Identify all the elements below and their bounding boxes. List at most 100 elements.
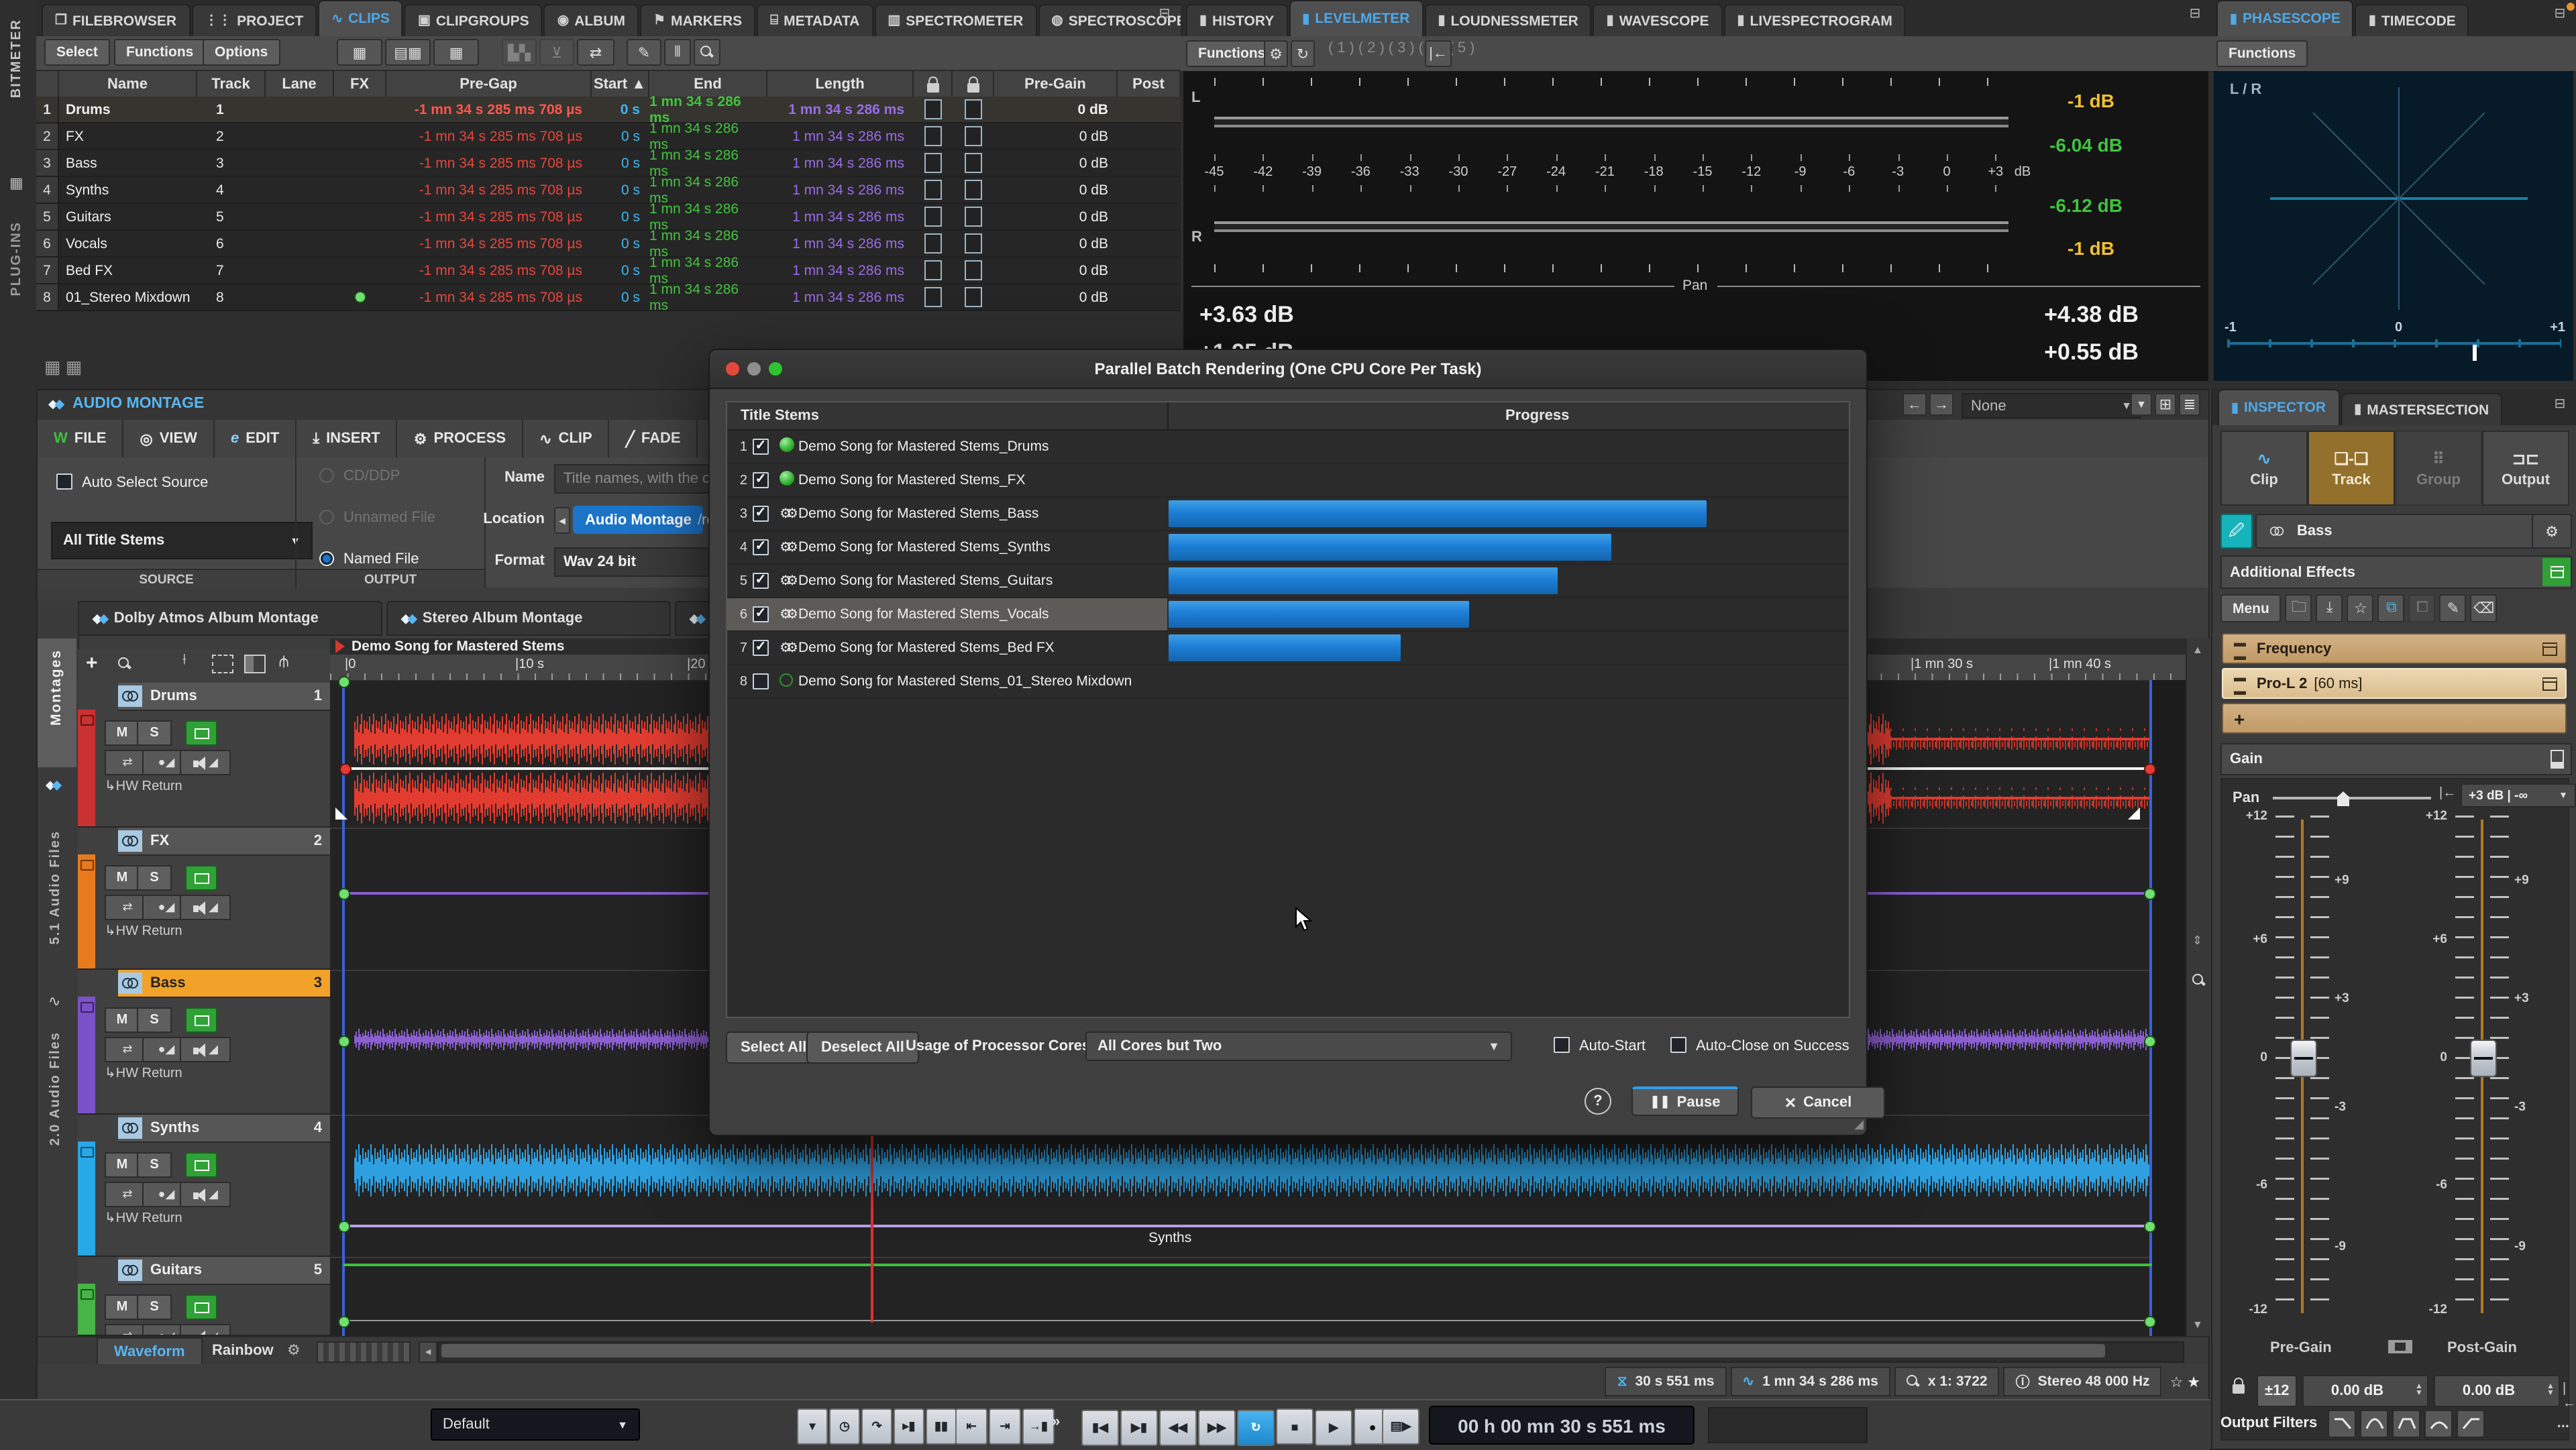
tab-livespectrogram[interactable]: ▮LIVESPECTROGRAM <box>1724 4 1906 36</box>
automation-point[interactable] <box>2144 1316 2156 1328</box>
mute-button[interactable]: M <box>105 720 140 746</box>
menu-insert[interactable]: ⤓INSERT <box>297 420 397 457</box>
pan-reset-icon[interactable]: |← <box>2439 786 2456 801</box>
render-row[interactable]: 8Demo Song for Mastered Stems_01_Stereo … <box>727 665 1849 699</box>
select-menu[interactable]: Select <box>44 39 110 66</box>
tab-metadata[interactable]: ⌸METADATA <box>757 4 873 36</box>
menu-edit[interactable]: eEDIT <box>215 420 297 457</box>
ripple-checkbox[interactable] <box>965 126 982 146</box>
reset-peaks-icon[interactable]: |← <box>1425 40 1452 67</box>
tab-timecode[interactable]: ▮TIMECODE <box>2355 4 2469 36</box>
col-title-stems[interactable]: Title Stems <box>741 408 819 424</box>
menu-process[interactable]: ⚙PROCESS <box>398 420 523 457</box>
nav-dropdown[interactable]: None▼ <box>1962 393 2141 419</box>
solo-button[interactable]: S <box>137 1294 172 1320</box>
ripple-checkbox[interactable] <box>965 153 982 173</box>
ripple-checkbox[interactable] <box>965 180 982 200</box>
columns-icon[interactable]: ⦀ <box>664 39 691 66</box>
additional-effects-header[interactable]: Additional Effects <box>2220 555 2572 589</box>
panel-menu-icon[interactable]: ⊟ <box>2549 397 2571 413</box>
lock-checkbox[interactable] <box>924 126 942 146</box>
marquee-tool-icon[interactable] <box>212 655 233 673</box>
panel-menu-icon[interactable]: ⊟ <box>2549 7 2571 23</box>
named-file-radio[interactable] <box>319 551 334 566</box>
auto-start-checkbox[interactable] <box>1554 1037 1570 1053</box>
fader-handle[interactable] <box>2290 1040 2317 1077</box>
lock-checkbox[interactable] <box>924 180 942 200</box>
render-checkbox[interactable] <box>753 573 769 589</box>
phasescope-functions-menu[interactable]: Functions <box>2216 40 2308 67</box>
play-button[interactable]: ▶ <box>1315 1409 1352 1445</box>
automation-point[interactable] <box>338 1316 350 1328</box>
gear-icon[interactable]: ⚙ <box>287 1341 301 1359</box>
guitars-automation-line[interactable] <box>343 1320 2152 1321</box>
stop-button[interactable]: ■ <box>1276 1408 1313 1445</box>
tab-markers[interactable]: ⚑MARKERS <box>640 4 755 36</box>
loop-button[interactable]: ↻ <box>1237 1409 1275 1445</box>
folder-icon[interactable]: 🗀 <box>2286 594 2312 622</box>
render-row[interactable]: 7⚙⚙Demo Song for Mastered Stems_Bed FX <box>727 632 1849 665</box>
routing-button[interactable] <box>185 720 217 746</box>
deselect-all-button[interactable]: Deselect All <box>806 1031 919 1064</box>
filter-highpass-icon[interactable] <box>2457 1409 2485 1437</box>
tab-mastersection[interactable]: ▮MASTERSECTION <box>2341 393 2502 425</box>
search-icon[interactable] <box>694 39 720 66</box>
lock-checkbox[interactable] <box>924 99 942 119</box>
collapse-icon[interactable]: ▼ <box>2131 393 2152 416</box>
render-row[interactable]: 3⚙⚙Demo Song for Mastered Stems_Bass <box>727 498 1849 531</box>
quantize-icon[interactable]: ▙▚ <box>502 39 537 66</box>
add-effect-button[interactable]: + <box>2222 703 2567 734</box>
gear-icon[interactable]: ⚙ <box>1264 40 1288 67</box>
layout-grid-2-icon[interactable]: ▤▦ <box>385 39 431 66</box>
ripple-checkbox[interactable] <box>965 99 982 119</box>
solo-button[interactable]: S <box>137 865 172 891</box>
scroll-up-icon[interactable]: ▲ <box>2192 644 2203 656</box>
track-fx[interactable]: FX2MS⇄●◢◢↳HW Return <box>78 828 330 970</box>
copy-icon[interactable]: ⧉ <box>2378 594 2405 622</box>
resize-grip[interactable]: ◢ <box>1854 1117 1864 1132</box>
fast-forward-button[interactable]: ▶▶ <box>1198 1409 1236 1445</box>
pan-slider[interactable] <box>2273 797 2431 799</box>
monitor-button[interactable]: ◢ <box>180 1182 231 1207</box>
render-row[interactable]: 2Demo Song for Mastered Stems_FX <box>727 464 1849 498</box>
ripple-checkbox[interactable] <box>965 233 982 254</box>
tab-loudnessmeter[interactable]: ▮LOUDNESSMETER <box>1424 4 1591 36</box>
side-tab-51-audio-files[interactable]: 5.1 Audio Files <box>38 822 76 983</box>
post-gain-spinner[interactable]: 0.00 dB▲▼ <box>2434 1375 2560 1407</box>
effects-menu-button[interactable]: Menu <box>2220 594 2282 622</box>
transport-more-icon[interactable]: » <box>1052 1414 1060 1430</box>
filter-peak-icon[interactable] <box>2360 1409 2388 1437</box>
tab-wavescope[interactable]: ▮WAVESCOPE <box>1593 4 1723 36</box>
stop-return-button[interactable]: ▮▮ <box>926 1408 957 1445</box>
column-header-FX[interactable]: FX <box>334 70 386 99</box>
cancel-button[interactable]: ✕Cancel <box>1751 1086 1885 1119</box>
selection-length[interactable]: ∿1 mn 34 s 286 ms <box>1730 1367 1890 1396</box>
favorite-star-icon[interactable]: ★ <box>2187 1373 2200 1390</box>
layout-grid-3-icon[interactable]: ▦ <box>433 39 479 66</box>
column-header-Pre-Gap[interactable]: Pre-Gap <box>386 70 592 99</box>
zoom-strip[interactable] <box>317 1341 411 1363</box>
gain-header[interactable]: Gain <box>2220 743 2572 775</box>
col-progress[interactable]: Progress <box>1505 408 1569 424</box>
column-header-Pre-Gain[interactable]: Pre-Gain <box>994 70 1118 99</box>
automation-point[interactable] <box>2144 888 2156 900</box>
cd-ddp-radio[interactable] <box>319 468 334 483</box>
render-checkbox[interactable] <box>753 506 769 522</box>
render-checkbox[interactable] <box>753 539 769 555</box>
menu-fade[interactable]: ╱FADE <box>610 420 698 457</box>
zoom-ratio[interactable]: x 1: 3722 <box>1894 1367 2000 1396</box>
lock-checkbox[interactable] <box>924 153 942 173</box>
effect-window-icon[interactable] <box>2542 642 2557 655</box>
to-end-marker-button[interactable]: →▮ <box>1022 1408 1055 1445</box>
lock-checkbox[interactable] <box>924 233 942 254</box>
solo-button[interactable]: S <box>137 720 172 746</box>
effect-frequency[interactable]: ▬▬Frequency <box>2222 633 2567 664</box>
automation-point[interactable] <box>2144 1036 2156 1048</box>
star-icon[interactable]: ☆ <box>2347 594 2374 622</box>
fader-handle[interactable] <box>2470 1040 2497 1077</box>
automation-point[interactable] <box>339 763 352 775</box>
help-button[interactable]: ? <box>1585 1088 1611 1115</box>
column-header-Post[interactable]: Post <box>1118 70 1181 99</box>
rewind-button[interactable]: ◀◀ <box>1159 1409 1197 1445</box>
synths-automation-line[interactable] <box>343 1225 2152 1227</box>
